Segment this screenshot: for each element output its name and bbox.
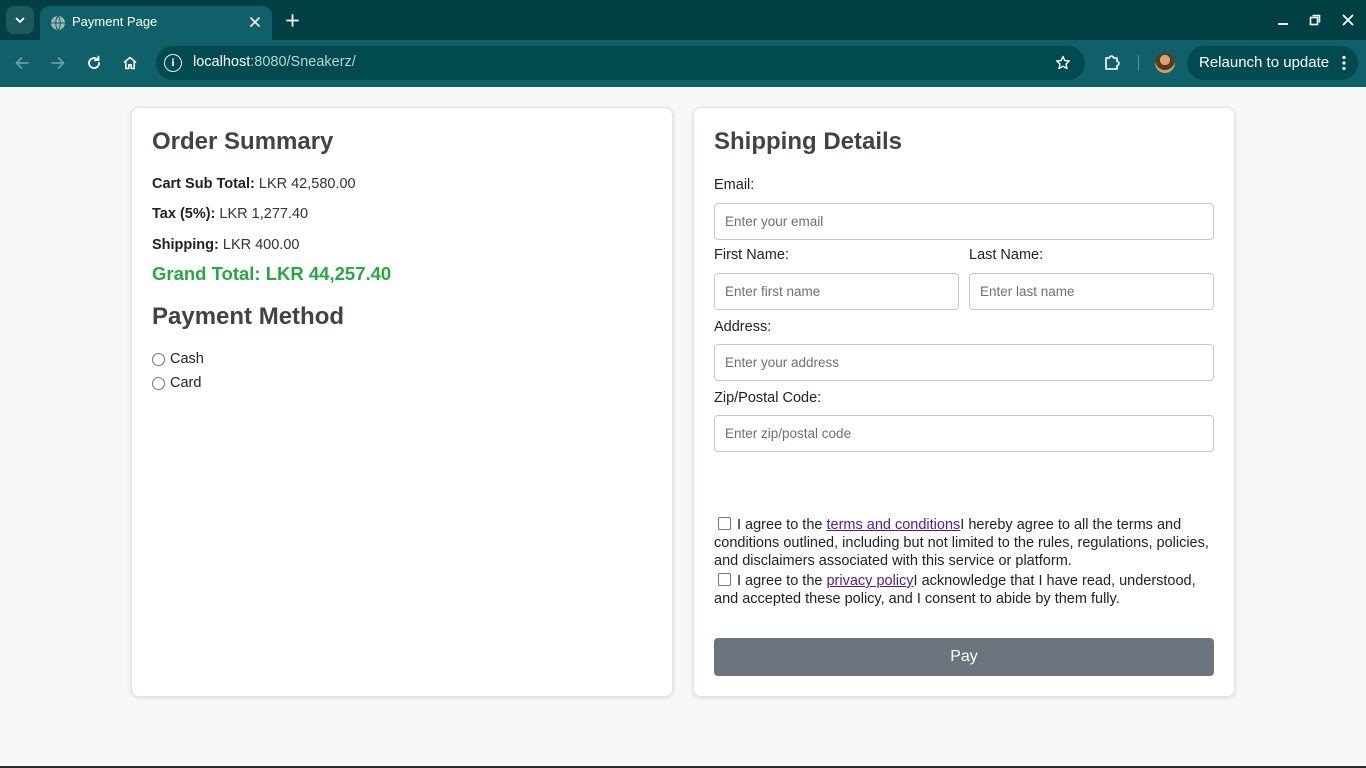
card-label: Card xyxy=(170,375,202,391)
grand-total: Grand Total: LKR 44,257.40 xyxy=(152,263,392,284)
shipping-row: Shipping: LKR 400.00 xyxy=(152,237,299,253)
plus-icon xyxy=(285,13,299,27)
url-host: localhost xyxy=(193,54,251,70)
tab-close-button[interactable] xyxy=(246,13,264,31)
toolbar-divider xyxy=(1138,55,1139,71)
browser-tab-active[interactable]: Payment Page xyxy=(40,6,272,40)
cash-radio[interactable] xyxy=(152,352,165,366)
order-summary-card: Order Summary Cart Sub Total: LKR 42,580… xyxy=(131,107,673,697)
shipping-label: Shipping: xyxy=(152,237,219,253)
home-icon xyxy=(123,56,137,70)
payment-option-cash[interactable]: Cash xyxy=(152,351,204,367)
globe-icon xyxy=(51,15,65,31)
bookmark-button[interactable] xyxy=(1053,53,1073,73)
tax-row: Tax (5%): LKR 1,277.40 xyxy=(152,206,308,222)
zip-label: Zip/Postal Code: xyxy=(714,390,822,406)
extensions-button[interactable] xyxy=(1100,50,1124,74)
arrow-left-icon xyxy=(15,57,29,69)
close-icon xyxy=(250,17,260,27)
pay-button[interactable]: Pay xyxy=(714,638,1214,676)
browser-toolbar: i localhost:8080/Sneakerz/ Relaunch to u… xyxy=(0,40,1366,87)
address-field[interactable] xyxy=(714,344,1214,381)
address-bar[interactable]: i localhost:8080/Sneakerz/ xyxy=(156,46,1085,80)
chevron-down-icon xyxy=(15,17,25,23)
terms-agreement: I agree to the terms and conditionsI her… xyxy=(714,516,1214,570)
subtotal-row: Cart Sub Total: LKR 42,580.00 xyxy=(152,176,356,192)
kebab-menu-icon[interactable] xyxy=(1338,54,1350,72)
terms-link[interactable]: terms and conditions xyxy=(826,517,960,533)
terms-checkbox[interactable] xyxy=(718,517,731,530)
subtotal-value: LKR 42,580.00 xyxy=(258,176,356,192)
new-tab-button[interactable] xyxy=(280,8,304,32)
relaunch-label: Relaunch to update xyxy=(1199,54,1330,71)
close-icon xyxy=(1342,14,1354,26)
close-window-button[interactable] xyxy=(1335,8,1361,32)
arrow-right-icon xyxy=(51,57,65,69)
tab-title: Payment Page xyxy=(72,14,158,29)
order-summary-title: Order Summary xyxy=(152,128,334,155)
email-label: Email: xyxy=(714,177,755,193)
relaunch-update-button[interactable]: Relaunch to update xyxy=(1187,46,1358,80)
cash-label: Cash xyxy=(170,351,204,367)
minimize-button[interactable] xyxy=(1270,8,1296,32)
restore-button[interactable] xyxy=(1302,8,1328,32)
privacy-link[interactable]: privacy policy xyxy=(826,573,913,589)
first-name-label: First Name: xyxy=(714,247,789,263)
shipping-value: LKR 400.00 xyxy=(222,237,300,253)
shipping-details-title: Shipping Details xyxy=(714,128,903,155)
back-button[interactable] xyxy=(8,50,36,76)
privacy-prefix: I agree to the xyxy=(737,573,827,589)
tax-label: Tax (5%): xyxy=(152,206,216,222)
privacy-agreement: I agree to the privacy policyI acknowled… xyxy=(714,572,1214,608)
subtotal-label: Cart Sub Total: xyxy=(152,176,255,192)
avatar[interactable] xyxy=(1155,53,1175,73)
browser-tab-strip: Payment Page xyxy=(0,0,1366,40)
tax-value: LKR 1,277.40 xyxy=(219,206,309,222)
shipping-details-card: Shipping Details Email: First Name: Last… xyxy=(693,107,1235,697)
payment-option-card[interactable]: Card xyxy=(152,375,201,391)
tab-search-button[interactable] xyxy=(6,6,34,34)
restore-icon xyxy=(1309,14,1321,26)
email-field[interactable] xyxy=(714,203,1214,240)
forward-button[interactable] xyxy=(44,50,72,76)
minimize-icon xyxy=(1278,23,1288,25)
zip-field[interactable] xyxy=(714,415,1214,452)
reload-icon xyxy=(88,55,100,69)
privacy-checkbox[interactable] xyxy=(718,573,731,586)
payment-method-title: Payment Method xyxy=(152,303,345,330)
info-icon[interactable]: i xyxy=(164,54,182,72)
terms-prefix: I agree to the xyxy=(737,517,827,533)
last-name-field[interactable] xyxy=(969,273,1214,310)
url-path: :8080/Sneakerz/ xyxy=(250,54,356,70)
reload-button[interactable] xyxy=(80,50,108,76)
first-name-field[interactable] xyxy=(714,273,959,310)
address-label: Address: xyxy=(714,319,772,335)
last-name-label: Last Name: xyxy=(969,247,1044,263)
star-icon xyxy=(1056,55,1070,70)
home-button[interactable] xyxy=(116,50,144,76)
puzzle-icon xyxy=(1105,55,1120,70)
card-radio[interactable] xyxy=(152,376,165,390)
url-text[interactable]: localhost:8080/Sneakerz/ xyxy=(193,54,356,70)
